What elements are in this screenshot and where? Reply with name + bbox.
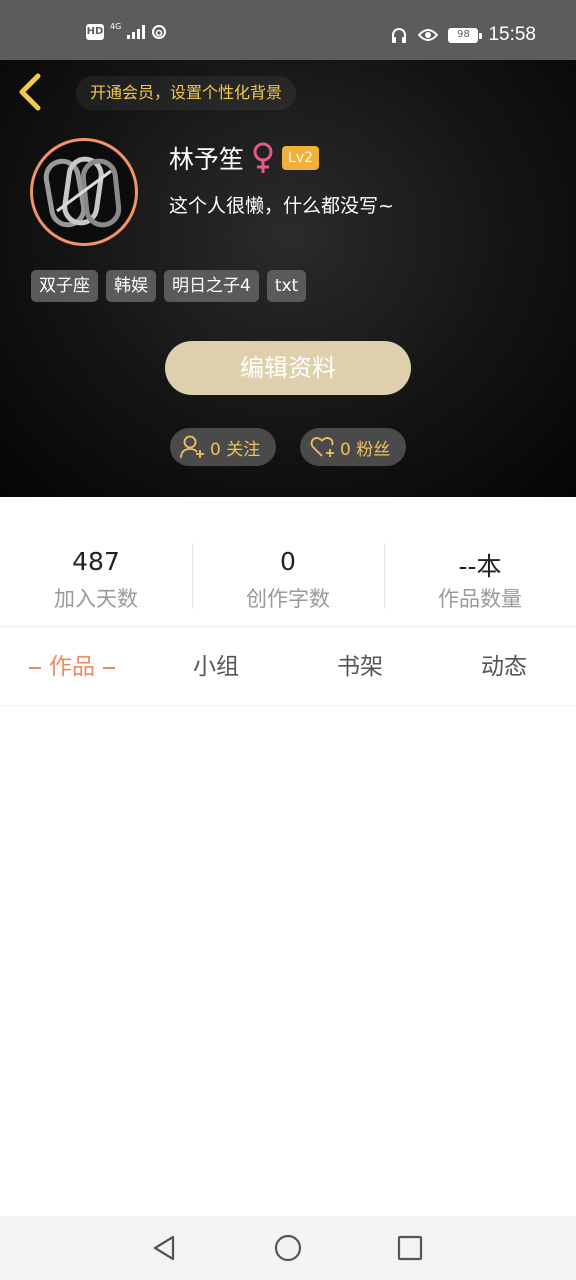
tab-groups[interactable]: 小组 <box>144 628 288 705</box>
works-content-area <box>0 707 576 1216</box>
sync-icon <box>152 25 167 39</box>
tab-indicator-right <box>103 666 115 669</box>
fans-label: 0 粉丝 <box>340 439 391 460</box>
following-button[interactable]: 0 关注 <box>170 428 276 466</box>
stat-works-count: --本 作品数量 <box>384 497 576 626</box>
back-arrow-icon[interactable] <box>14 70 48 114</box>
tag: 韩娱 <box>106 270 156 302</box>
headphones-icon <box>392 28 407 43</box>
tab-bookshelf[interactable]: 书架 <box>288 628 432 705</box>
status-bar-left: HD 4G <box>86 22 167 40</box>
level-badge: Lv2 <box>282 146 320 170</box>
stats-row: 487 加入天数 0 创作字数 --本 作品数量 <box>0 497 576 627</box>
status-bar-right: 98 15:58 <box>390 24 536 46</box>
stat-label: 作品数量 <box>438 587 522 611</box>
nav-home-icon[interactable] <box>272 1232 304 1264</box>
tab-label: 书架 <box>337 654 383 680</box>
system-nav-bar <box>0 1216 576 1280</box>
signal-icon <box>127 25 146 39</box>
username: 林予笙 <box>169 145 245 174</box>
stat-value: 0 <box>280 547 296 576</box>
tab-indicator-left <box>29 666 41 669</box>
tag-list: 双子座 韩娱 明日之子4 txt <box>31 270 307 302</box>
stat-label: 加入天数 <box>54 587 138 611</box>
tag: txt <box>266 270 307 302</box>
status-bar: HD 4G 98 15:58 <box>0 0 576 60</box>
tab-activity[interactable]: 动态 <box>432 628 576 705</box>
tab-bar: 作品 小组 书架 动态 <box>0 628 576 706</box>
nav-recents-icon[interactable] <box>394 1232 426 1264</box>
fans-button[interactable]: 0 粉丝 <box>300 428 406 466</box>
profile-header: 开通会员，设置个性化背景 林予笙 Lv2 这个人很懒，什么都没写~ 双子座 韩娱… <box>0 60 576 497</box>
tab-label: 小组 <box>193 654 239 680</box>
eye-icon <box>418 29 439 41</box>
edit-profile-button[interactable]: 编辑资料 <box>165 341 411 395</box>
status-time: 15:58 <box>488 24 536 45</box>
female-icon <box>253 142 273 173</box>
hd-badge: HD <box>86 24 104 40</box>
stat-value: 487 <box>72 547 120 576</box>
tag: 双子座 <box>31 270 98 302</box>
tab-label: 作品 <box>49 654 95 680</box>
user-add-icon <box>180 435 204 459</box>
following-label: 0 关注 <box>210 439 261 460</box>
nav-back-icon[interactable] <box>149 1232 181 1264</box>
battery-icon: 98 <box>448 27 483 43</box>
stat-days-joined: 487 加入天数 <box>0 497 192 626</box>
username-row: 林予笙 Lv2 <box>169 140 320 176</box>
stat-word-count: 0 创作字数 <box>192 497 384 626</box>
tab-label: 动态 <box>481 654 527 680</box>
stat-label: 创作字数 <box>246 587 330 611</box>
vip-banner[interactable]: 开通会员，设置个性化背景 <box>76 76 297 110</box>
heart-add-icon <box>310 437 334 457</box>
avatar-logo-icon <box>43 156 122 228</box>
tab-works[interactable]: 作品 <box>0 628 144 705</box>
avatar[interactable] <box>30 138 138 246</box>
bio: 这个人很懒，什么都没写~ <box>169 195 394 217</box>
stat-value: --本 <box>458 552 502 581</box>
network-type: 4G <box>110 22 122 31</box>
tag: 明日之子4 <box>164 270 259 302</box>
